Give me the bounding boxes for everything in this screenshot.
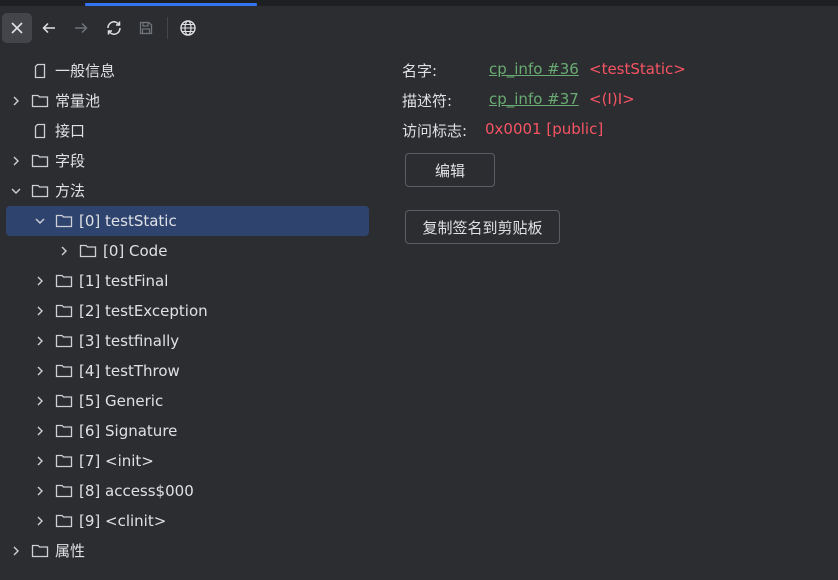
close-icon [11,22,23,34]
access-flags-label: 访问标志: [402,122,468,140]
chevron-right-icon[interactable] [32,483,48,499]
close-button[interactable] [2,13,32,43]
tree-item-label: [0] Code [103,242,168,260]
tree-item-method-7[interactable]: [7] <init> [0,446,380,476]
refresh-button[interactable] [99,13,129,43]
chevron-right-icon[interactable] [8,543,24,559]
folder-icon [55,364,73,378]
name-value: <testStatic> [589,60,686,78]
folder-icon [31,154,49,168]
save-icon [139,21,153,35]
web-button[interactable] [173,13,203,43]
folder-icon [55,304,73,318]
tree-item-method-0[interactable]: [0] testStatic [0,206,380,236]
tree-item-interfaces[interactable]: 接口 [0,116,380,146]
tree-item-label: [2] testException [79,302,208,320]
chevron-right-icon[interactable] [32,363,48,379]
copy-signature-button[interactable]: 复制签名到剪贴板 [405,210,560,244]
chevron-right-icon[interactable] [8,153,24,169]
edit-button[interactable]: 编辑 [405,153,495,187]
arrow-right-icon [75,22,88,34]
name-label: 名字: [402,62,438,80]
active-tab-indicator [85,3,257,6]
descriptor-value: <(I)I> [589,90,635,108]
tree-item-label: [9] <clinit> [79,512,167,530]
tree-item-label: [7] <init> [79,452,154,470]
folder-icon [31,184,49,198]
folder-icon [55,334,73,348]
tree-item-label: [8] access$000 [79,482,194,500]
name-cp-link[interactable]: cp_info #36 [489,60,579,78]
tree-item-attributes[interactable]: 属性 [0,536,380,566]
descriptor-label: 描述符: [402,92,453,110]
chevron-down-icon[interactable] [8,183,24,199]
file-icon [34,63,46,79]
chevron-right-icon[interactable] [32,513,48,529]
descriptor-row: 描述符: cp_info #37 <(I)I> [400,86,830,114]
folder-icon [55,514,73,528]
folder-icon [31,544,49,558]
chevron-right-icon[interactable] [32,453,48,469]
chevron-right-icon[interactable] [32,303,48,319]
chevron-right-icon[interactable] [8,93,24,109]
arrow-left-icon [42,22,55,34]
tree-item-label: 接口 [55,122,86,140]
tree-item-method-6[interactable]: [6] Signature [0,416,380,446]
access-flags-row: 访问标志: 0x0001 [public] [400,116,830,144]
chevron-down-icon[interactable] [32,213,48,229]
folder-icon [55,484,73,498]
folder-icon [55,214,73,228]
tree-item-method-1[interactable]: [1] testFinal [0,266,380,296]
folder-icon [55,274,73,288]
tree-item-label: 一般信息 [55,62,116,80]
chevron-right-icon[interactable] [32,423,48,439]
chevron-right-icon[interactable] [56,243,72,259]
file-icon [34,123,46,139]
name-row: 名字: cp_info #36 <testStatic> [400,56,830,84]
tree-item-method-4[interactable]: [4] testThrow [0,356,380,386]
tree-item-label: 属性 [55,542,86,560]
tree-item-constant-pool[interactable]: 常量池 [0,86,380,116]
toolbar-separator [167,17,168,39]
tree-item-general-info[interactable]: 一般信息 [0,56,380,86]
back-button[interactable] [34,13,64,43]
tree-item-method-2[interactable]: [2] testException [0,296,380,326]
toolbar [0,12,838,44]
tree-item-label: 方法 [55,182,86,200]
tree-item-fields[interactable]: 字段 [0,146,380,176]
descriptor-cp-link[interactable]: cp_info #37 [489,90,579,108]
refresh-icon [107,21,121,35]
folder-icon [55,424,73,438]
tree-item-methods[interactable]: 方法 [0,176,380,206]
chevron-right-icon[interactable] [32,393,48,409]
forward-button[interactable] [66,13,96,43]
tree-item-label: [4] testThrow [79,362,180,380]
folder-icon [55,454,73,468]
tree-item-method-3[interactable]: [3] testfinally [0,326,380,356]
save-button[interactable] [131,13,161,43]
tree-item-label: [6] Signature [79,422,178,440]
access-flags-value: 0x0001 [public] [485,120,604,138]
tree-item-method-8[interactable]: [8] access$000 [0,476,380,506]
tree-item-label: [5] Generic [79,392,164,410]
folder-icon [31,94,49,108]
chevron-right-icon[interactable] [32,273,48,289]
folder-icon [55,394,73,408]
folder-icon [79,244,97,258]
globe-icon [180,20,196,36]
tree-item-method-9[interactable]: [9] <clinit> [0,506,380,536]
tree-item-label: 常量池 [55,92,101,110]
tree-item-label: [0] testStatic [79,212,177,230]
tree-item-label: 字段 [55,152,86,170]
tree-item-code[interactable]: [0] Code [0,236,380,266]
tree-item-method-5[interactable]: [5] Generic [0,386,380,416]
tree-item-label: [3] testfinally [79,332,180,350]
chevron-right-icon[interactable] [32,333,48,349]
tree-item-label: [1] testFinal [79,272,169,290]
